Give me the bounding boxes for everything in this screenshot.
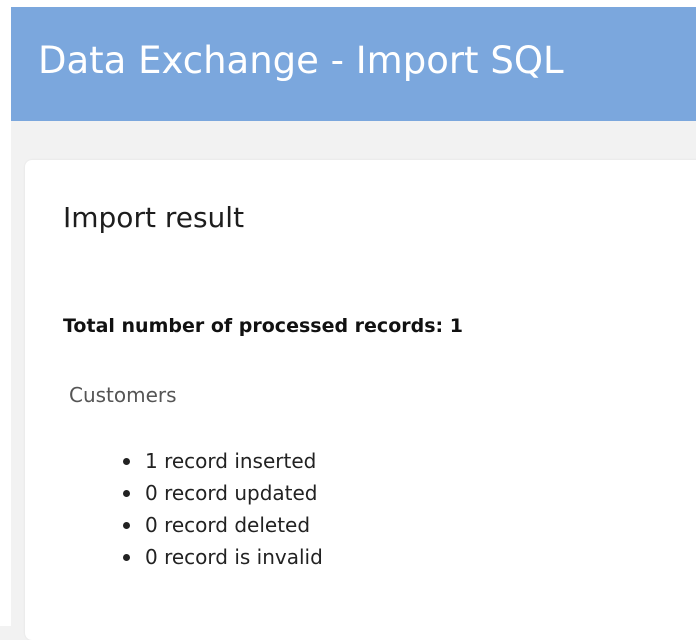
page-title: Data Exchange - Import SQL xyxy=(38,39,564,82)
list-item: 1 record inserted xyxy=(121,445,323,477)
list-item: 0 record deleted xyxy=(121,509,323,541)
result-updated: 0 record updated xyxy=(145,481,318,505)
result-invalid: 0 record is invalid xyxy=(145,545,323,569)
bullet-icon xyxy=(123,490,130,497)
window-top-edge xyxy=(0,0,696,7)
page-header: Data Exchange - Import SQL xyxy=(11,7,696,121)
result-inserted: 1 record inserted xyxy=(145,449,317,473)
entity-label: Customers xyxy=(69,383,177,407)
processed-records-summary: Total number of processed records: 1 xyxy=(63,315,463,337)
result-deleted: 0 record deleted xyxy=(145,513,311,537)
bullet-icon xyxy=(123,554,130,561)
list-item: 0 record updated xyxy=(121,477,323,509)
bullet-icon xyxy=(123,458,130,465)
bullet-icon xyxy=(123,522,130,529)
list-item: 0 record is invalid xyxy=(121,541,323,573)
result-list: 1 record inserted 0 record updated 0 rec… xyxy=(121,445,323,573)
card-title: Import result xyxy=(63,201,245,234)
window-left-edge xyxy=(0,0,11,626)
